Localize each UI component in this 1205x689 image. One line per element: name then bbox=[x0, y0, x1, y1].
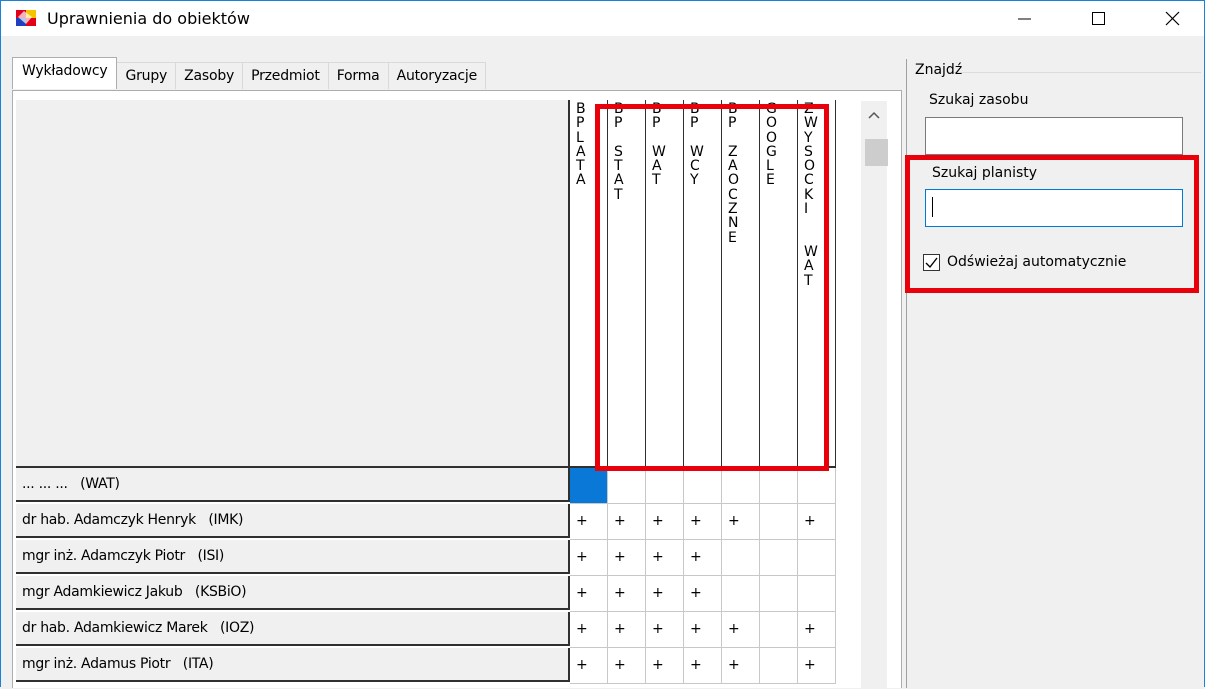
grid-cell[interactable] bbox=[760, 540, 798, 576]
grid-cell[interactable]: + bbox=[722, 504, 760, 540]
grid-cell[interactable]: + bbox=[684, 540, 722, 576]
row-header[interactable]: mgr inż. Adamus Piotr (ITA) bbox=[16, 648, 570, 682]
grid-cell[interactable]: + bbox=[608, 540, 646, 576]
grid-cell[interactable]: + bbox=[798, 612, 836, 648]
search-planner-label: Szukaj planisty bbox=[932, 165, 1038, 181]
panel-separator bbox=[906, 59, 907, 688]
title-bar: Uprawnienia do obiektów bbox=[1, 1, 1204, 36]
grid-cell[interactable]: + bbox=[608, 648, 646, 684]
search-planner-input[interactable] bbox=[925, 189, 1183, 227]
scroll-up-button[interactable] bbox=[861, 101, 887, 129]
grid-cell[interactable]: + bbox=[570, 648, 608, 684]
app-icon bbox=[16, 10, 36, 26]
grid-cell[interactable]: + bbox=[570, 576, 608, 612]
find-group-title: Znajdź bbox=[915, 62, 963, 78]
grid-cell[interactable] bbox=[722, 576, 760, 612]
grid-cell[interactable] bbox=[722, 468, 760, 504]
column-header[interactable]: G O O G L E bbox=[760, 100, 798, 468]
text-caret bbox=[932, 197, 933, 217]
row-header[interactable]: dr hab. Adamkiewicz Marek (IOZ) bbox=[16, 612, 570, 646]
column-header[interactable]: B P W A T bbox=[646, 100, 684, 468]
tab-grupy[interactable]: Grupy bbox=[116, 62, 177, 89]
grid-cell[interactable]: + bbox=[646, 540, 684, 576]
grid-cell[interactable] bbox=[760, 468, 798, 504]
grid-cell[interactable]: + bbox=[722, 648, 760, 684]
grid-cell[interactable] bbox=[760, 648, 798, 684]
tab-panel-wykladowcy: B P L A T AB P S T A TB P W A TB P W C Y… bbox=[12, 90, 902, 689]
column-header-label: Z W Y S O C K I W A T bbox=[804, 101, 818, 289]
close-button[interactable] bbox=[1149, 1, 1194, 35]
grid-cell[interactable] bbox=[798, 576, 836, 612]
column-header[interactable]: Z W Y S O C K I W A T bbox=[798, 100, 836, 468]
maximize-button[interactable] bbox=[1075, 1, 1120, 35]
grid-cell[interactable] bbox=[570, 468, 608, 504]
grid-cell[interactable] bbox=[722, 540, 760, 576]
grid-cell[interactable]: + bbox=[570, 504, 608, 540]
grid-cell[interactable]: + bbox=[608, 576, 646, 612]
minimize-icon bbox=[1017, 18, 1031, 20]
column-header[interactable]: B P Z A O C Z N E bbox=[722, 100, 760, 468]
grid-cell[interactable]: + bbox=[608, 504, 646, 540]
column-header-label: B P S T A T bbox=[614, 101, 624, 203]
minimize-button[interactable] bbox=[1001, 1, 1046, 35]
grid-cell[interactable]: + bbox=[608, 612, 646, 648]
grid-cell[interactable] bbox=[760, 612, 798, 648]
grid-cell[interactable] bbox=[646, 468, 684, 504]
search-resource-label: Szukaj zasobu bbox=[929, 92, 1029, 108]
grid-cell[interactable]: + bbox=[570, 540, 608, 576]
column-header-label: B P W A T bbox=[652, 101, 666, 189]
grid-cell[interactable]: + bbox=[570, 612, 608, 648]
tab-forma[interactable]: Forma bbox=[327, 62, 389, 89]
grid-cell[interactable]: + bbox=[798, 648, 836, 684]
tab-strip: Wykładowcy Grupy Zasoby Przedmiot Forma Autor… bbox=[12, 57, 487, 89]
close-icon bbox=[1165, 11, 1179, 26]
scroll-thumb[interactable] bbox=[865, 139, 888, 166]
search-resource-input[interactable] bbox=[925, 117, 1183, 155]
grid-cell[interactable] bbox=[760, 576, 798, 612]
tab-autoryzacje[interactable]: Autoryzacje bbox=[387, 62, 487, 89]
grid-cell[interactable] bbox=[684, 468, 722, 504]
chevron-up-icon bbox=[868, 111, 880, 119]
grid-cell[interactable]: + bbox=[646, 576, 684, 612]
grid-cell[interactable] bbox=[798, 468, 836, 504]
grid-cell[interactable]: + bbox=[684, 612, 722, 648]
groupbox-line bbox=[949, 72, 1201, 73]
column-header-label: B P L A T A bbox=[576, 101, 586, 189]
grid-cell[interactable] bbox=[760, 504, 798, 540]
permissions-grid: B P L A T AB P S T A TB P W A TB P W C Y… bbox=[16, 100, 842, 689]
column-header[interactable]: B P S T A T bbox=[608, 100, 646, 468]
row-header[interactable]: ... ... ... (WAT) bbox=[16, 468, 570, 502]
grid-cell[interactable] bbox=[798, 540, 836, 576]
grid-cell[interactable]: + bbox=[646, 504, 684, 540]
grid-cell[interactable]: + bbox=[684, 576, 722, 612]
column-header-label: B P Z A O C Z N E bbox=[728, 101, 740, 246]
grid-cell[interactable]: + bbox=[798, 504, 836, 540]
grid-cell[interactable]: + bbox=[684, 504, 722, 540]
checkmark-icon bbox=[925, 257, 938, 269]
column-header[interactable]: B P W C Y bbox=[684, 100, 722, 468]
grid-cell[interactable]: + bbox=[646, 648, 684, 684]
tab-zasoby[interactable]: Zasoby bbox=[175, 62, 244, 89]
grid-cell[interactable]: + bbox=[684, 648, 722, 684]
auto-refresh-label[interactable]: Odświeżaj automatycznie bbox=[947, 254, 1126, 270]
grid-cell[interactable] bbox=[608, 468, 646, 504]
column-header-label: B P W C Y bbox=[690, 101, 704, 189]
window-title: Uprawnienia do obiektów bbox=[47, 9, 250, 28]
column-header-label: G O O G L E bbox=[766, 101, 778, 189]
vertical-scrollbar[interactable] bbox=[861, 101, 888, 689]
row-header[interactable]: dr hab. Adamczyk Henryk (IMK) bbox=[16, 504, 570, 538]
grid-cell[interactable]: + bbox=[646, 612, 684, 648]
window: Uprawnienia do obiektów Wykładowcy Grupy Z… bbox=[0, 0, 1205, 689]
grid-corner bbox=[16, 100, 570, 468]
row-header[interactable]: mgr Adamkiewicz Jakub (KSBiO) bbox=[16, 576, 570, 610]
auto-refresh-checkbox[interactable] bbox=[923, 254, 940, 271]
row-header[interactable]: mgr inż. Adamczyk Piotr (ISI) bbox=[16, 540, 570, 574]
tab-przedmiot[interactable]: Przedmiot bbox=[242, 62, 329, 89]
grid-cell[interactable]: + bbox=[722, 612, 760, 648]
tab-wyk-adowcy[interactable]: Wykładowcy bbox=[12, 57, 118, 89]
column-header[interactable]: B P L A T A bbox=[570, 100, 608, 468]
maximize-icon bbox=[1091, 12, 1105, 25]
